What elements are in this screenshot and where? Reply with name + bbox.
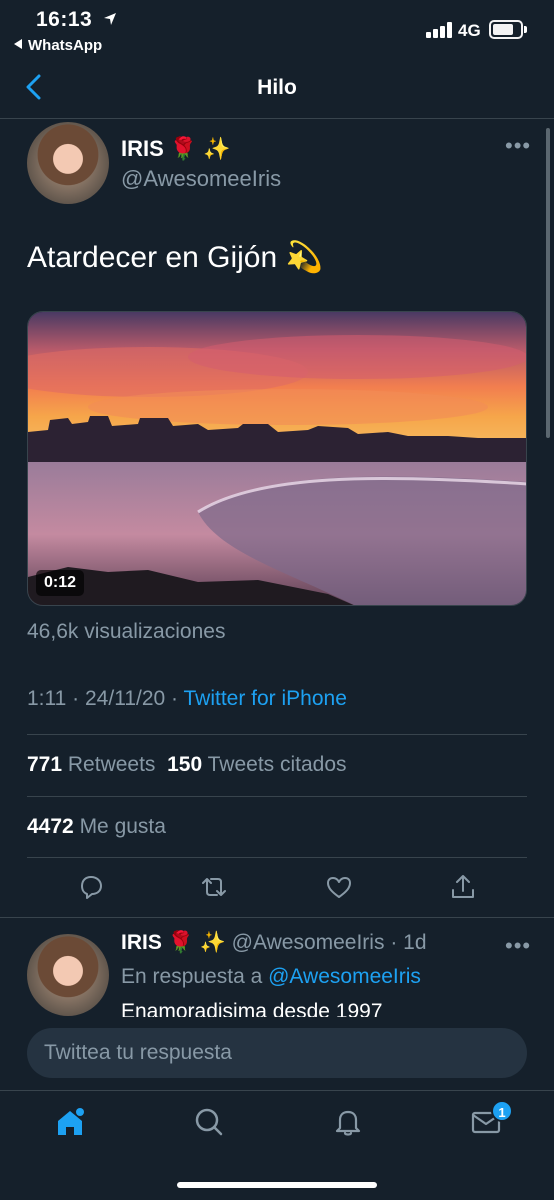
divider — [0, 917, 554, 918]
share-icon[interactable] — [448, 872, 478, 902]
tweet-actions — [0, 872, 554, 908]
more-icon[interactable]: ••• — [505, 133, 531, 159]
video-duration: 0:12 — [36, 570, 85, 596]
like-stats[interactable]: 4472 Me gusta — [27, 815, 166, 839]
location-arrow-icon — [104, 13, 116, 25]
battery-tip — [524, 26, 527, 33]
reply-compose-input[interactable]: Twittea tu respuesta — [27, 1028, 527, 1078]
quotes-count: 150 — [167, 753, 203, 776]
back-to-app[interactable]: WhatsApp — [14, 37, 102, 54]
back-triangle-icon — [14, 39, 22, 49]
page-title: Hilo — [257, 76, 297, 99]
reply-context: En respuesta a @AwesomeeIris — [121, 965, 421, 989]
notifications-icon[interactable] — [332, 1106, 364, 1138]
reply-prefix: En respuesta a — [121, 965, 263, 988]
network-type: 4G — [458, 21, 481, 40]
retweets-label: Retweets — [67, 753, 156, 776]
divider — [27, 734, 527, 735]
reply-author-name: IRIS 🌹 ✨ — [121, 931, 226, 954]
tweet-author-handle[interactable]: @AwesomeeIris — [121, 166, 281, 192]
likes-count: 4472 — [27, 815, 74, 838]
sunset-video-thumbnail — [28, 312, 526, 605]
tweet-meta: 1:11 · 24/11/20 · Twitter for iPhone — [27, 687, 347, 710]
reply-text: Enamoradisima desde 1997 — [121, 1000, 383, 1017]
reply-to-handle[interactable]: @AwesomeeIris — [268, 965, 421, 988]
view-count: 46,6k visualizaciones — [27, 620, 226, 643]
likes-label: Me gusta — [79, 815, 166, 838]
tweet-video[interactable] — [27, 311, 527, 606]
reply-author-handle: @AwesomeeIris — [231, 931, 385, 954]
avatar[interactable] — [27, 122, 109, 204]
reply-more-icon[interactable]: ••• — [505, 933, 531, 959]
reply-icon[interactable] — [76, 872, 106, 902]
signal-icon — [426, 22, 454, 38]
tweet-date: 24/11/20 — [85, 687, 166, 710]
tweet-text: Atardecer en Gijón 💫 — [27, 241, 323, 274]
scrollbar[interactable] — [546, 128, 550, 438]
quotes-label: Tweets citados — [207, 753, 347, 776]
reply-header[interactable]: IRIS 🌹 ✨ @AwesomeeIris · 1d — [121, 931, 427, 955]
divider — [27, 857, 527, 858]
tweet-time: 1:11 — [27, 687, 67, 710]
home-icon[interactable] — [54, 1106, 86, 1138]
tweet-author-name[interactable]: IRIS 🌹 ✨ — [121, 136, 231, 162]
reply-age: 1d — [403, 931, 427, 954]
battery-icon — [489, 20, 523, 39]
messages-badge: 1 — [491, 1100, 513, 1122]
reply-avatar[interactable] — [27, 934, 109, 1016]
retweet-stats[interactable]: 771 Retweets 150 Tweets citados — [27, 753, 347, 777]
divider — [27, 796, 527, 797]
retweet-icon[interactable] — [199, 872, 229, 902]
status-time: 16:13 — [36, 8, 93, 31]
like-icon[interactable] — [324, 872, 354, 902]
home-indicator[interactable] — [177, 1182, 377, 1188]
retweets-count: 771 — [27, 753, 63, 776]
search-icon[interactable] — [193, 1106, 225, 1138]
nav-divider — [0, 118, 554, 119]
tweet-source[interactable]: Twitter for iPhone — [183, 687, 346, 710]
back-app-label: WhatsApp — [28, 37, 103, 54]
